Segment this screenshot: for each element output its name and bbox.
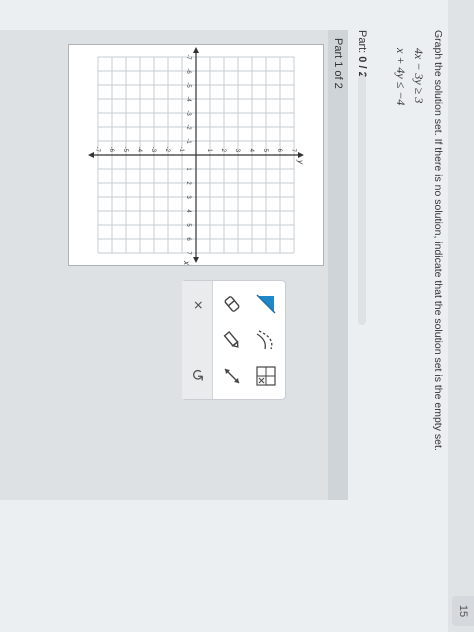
y-tick-label: 7 [290,149,296,153]
x-tick-label: -7 [185,54,191,60]
clear-button[interactable]: × [182,285,212,325]
y-tick-label: 5 [262,149,268,153]
y-tick-label: -3 [150,147,156,153]
part-band: Part 1 of 2 [328,30,348,500]
inequality-2: x + 4y ≤ −4 [394,48,408,106]
y-tick-label: -6 [108,147,114,153]
graph-toolbox: × ↺ [182,280,286,400]
region-shade-icon[interactable] [251,289,281,319]
page-number-badge[interactable]: 15 [452,596,474,626]
x-tick-label: -6 [185,68,191,74]
part-current-label: Part 1 of 2 [332,38,344,89]
y-tick-label: -1 [178,147,184,153]
empty-set-icon[interactable] [251,361,281,391]
eraser-icon[interactable] [217,289,247,319]
pencil-icon[interactable] [217,325,247,355]
y-tick-label: -2 [164,147,170,153]
x-tick-label: -2 [185,124,191,130]
coordinate-grid[interactable]: x y -7 -6 -5 -4 -3 -2 -1 1 2 3 4 5 6 7 7 6 5 4 3 2 1 -1 -2 -3 -4 -5… [69,45,323,266]
progress-track [358,75,366,325]
x-tick-label: 7 [185,251,191,255]
y-tick-label: 1 [206,149,212,153]
x-axis-arrow [193,47,199,53]
x-tick-label: -3 [185,110,191,116]
graph-area[interactable]: x y -7 -6 -5 -4 -3 -2 -1 1 2 3 4 5 6 7 7 6 5 4 3 2 1 -1 -2 -3 -4 -5… [68,44,324,266]
part-label: Part: [356,30,368,54]
x-tick-label: 5 [185,223,191,227]
y-axis-arrow [298,152,304,158]
y-tick-label: -5 [122,147,128,153]
line-draw-icon[interactable] [217,361,247,391]
action-bar: × ↺ [182,281,213,399]
y-axis-arrow [88,152,94,158]
x-tick-label: -1 [185,138,191,144]
y-tick-label: 2 [220,149,226,153]
tool-grid [213,281,285,399]
page-stage: 15 Graph the solution set. If there is n… [0,0,474,632]
x-tick-label: -5 [185,82,191,88]
inequality-1: 4x − 3y ≥ 3 [412,48,426,104]
x-tick-label: 1 [185,167,191,171]
x-tick-label: 3 [185,195,191,199]
y-tick-label: 6 [276,149,282,153]
x-tick-label: 6 [185,237,191,241]
question-instruction: Graph the solution set. If there is no s… [432,30,444,451]
y-tick-label: 4 [248,149,254,153]
y-tick-label: -7 [94,147,100,153]
y-tick-label: 3 [234,149,240,153]
x-tick-label: 4 [185,209,191,213]
dashed-boundary-icon[interactable] [251,325,281,355]
part-progress-row: Part: 0 / 2 [356,30,368,78]
x-tick-label: 2 [185,181,191,185]
undo-button[interactable]: ↺ [182,355,212,395]
y-axis-label: y [296,159,305,165]
x-tick-label: -4 [185,96,191,102]
x-axis-label: x [182,260,191,265]
x-axis-arrow [193,257,199,263]
top-header: 15 [448,0,474,632]
y-tick-label: -4 [136,147,142,153]
